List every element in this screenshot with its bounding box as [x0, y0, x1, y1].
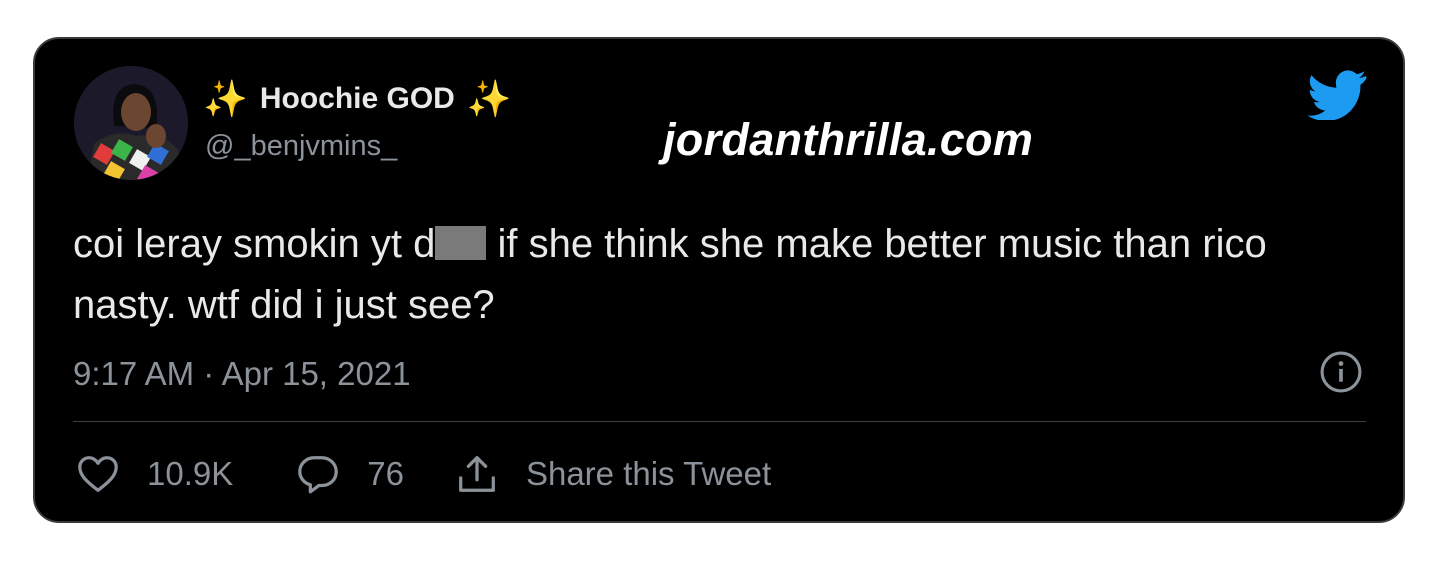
twitter-bird-icon[interactable]: [1307, 70, 1367, 120]
watermark: jordanthrilla.com: [663, 114, 1034, 165]
reply-bubble-icon: [298, 456, 339, 494]
info-icon[interactable]: [1319, 350, 1363, 394]
tweet-card: ✨ Hoochie GOD ✨ @_benjvmins_ jordanthril…: [33, 37, 1405, 523]
author-handle[interactable]: @_benjvmins_: [205, 130, 397, 163]
share-icon: [459, 456, 495, 492]
like-count: 10.9K: [147, 455, 234, 492]
avatar-image: [74, 66, 188, 180]
sparkles-icon: ✨: [466, 78, 512, 119]
tweet-text-part: coi leray smokin yt d: [73, 222, 436, 266]
heart-icon: [78, 456, 118, 492]
action-bar: 10.9K 76 Share this Tweet: [75, 451, 771, 497]
reply-button[interactable]: 76: [295, 451, 404, 497]
avatar[interactable]: [74, 66, 188, 180]
share-label: Share this Tweet: [525, 455, 772, 492]
reply-count: 76: [367, 455, 404, 492]
like-button[interactable]: 10.9K: [75, 451, 233, 497]
tweet-text: coi leray smokin yt d if she think she m…: [73, 214, 1363, 336]
redaction-box: [435, 226, 487, 260]
divider: [73, 421, 1366, 422]
author-name-row[interactable]: ✨ Hoochie GOD ✨: [203, 81, 512, 117]
author-display-name[interactable]: Hoochie GOD: [260, 82, 455, 116]
tweet-timestamp[interactable]: 9:17 AM · Apr 15, 2021: [73, 355, 411, 393]
share-button[interactable]: Share this Tweet: [454, 451, 771, 497]
sparkles-icon: ✨: [203, 78, 248, 119]
